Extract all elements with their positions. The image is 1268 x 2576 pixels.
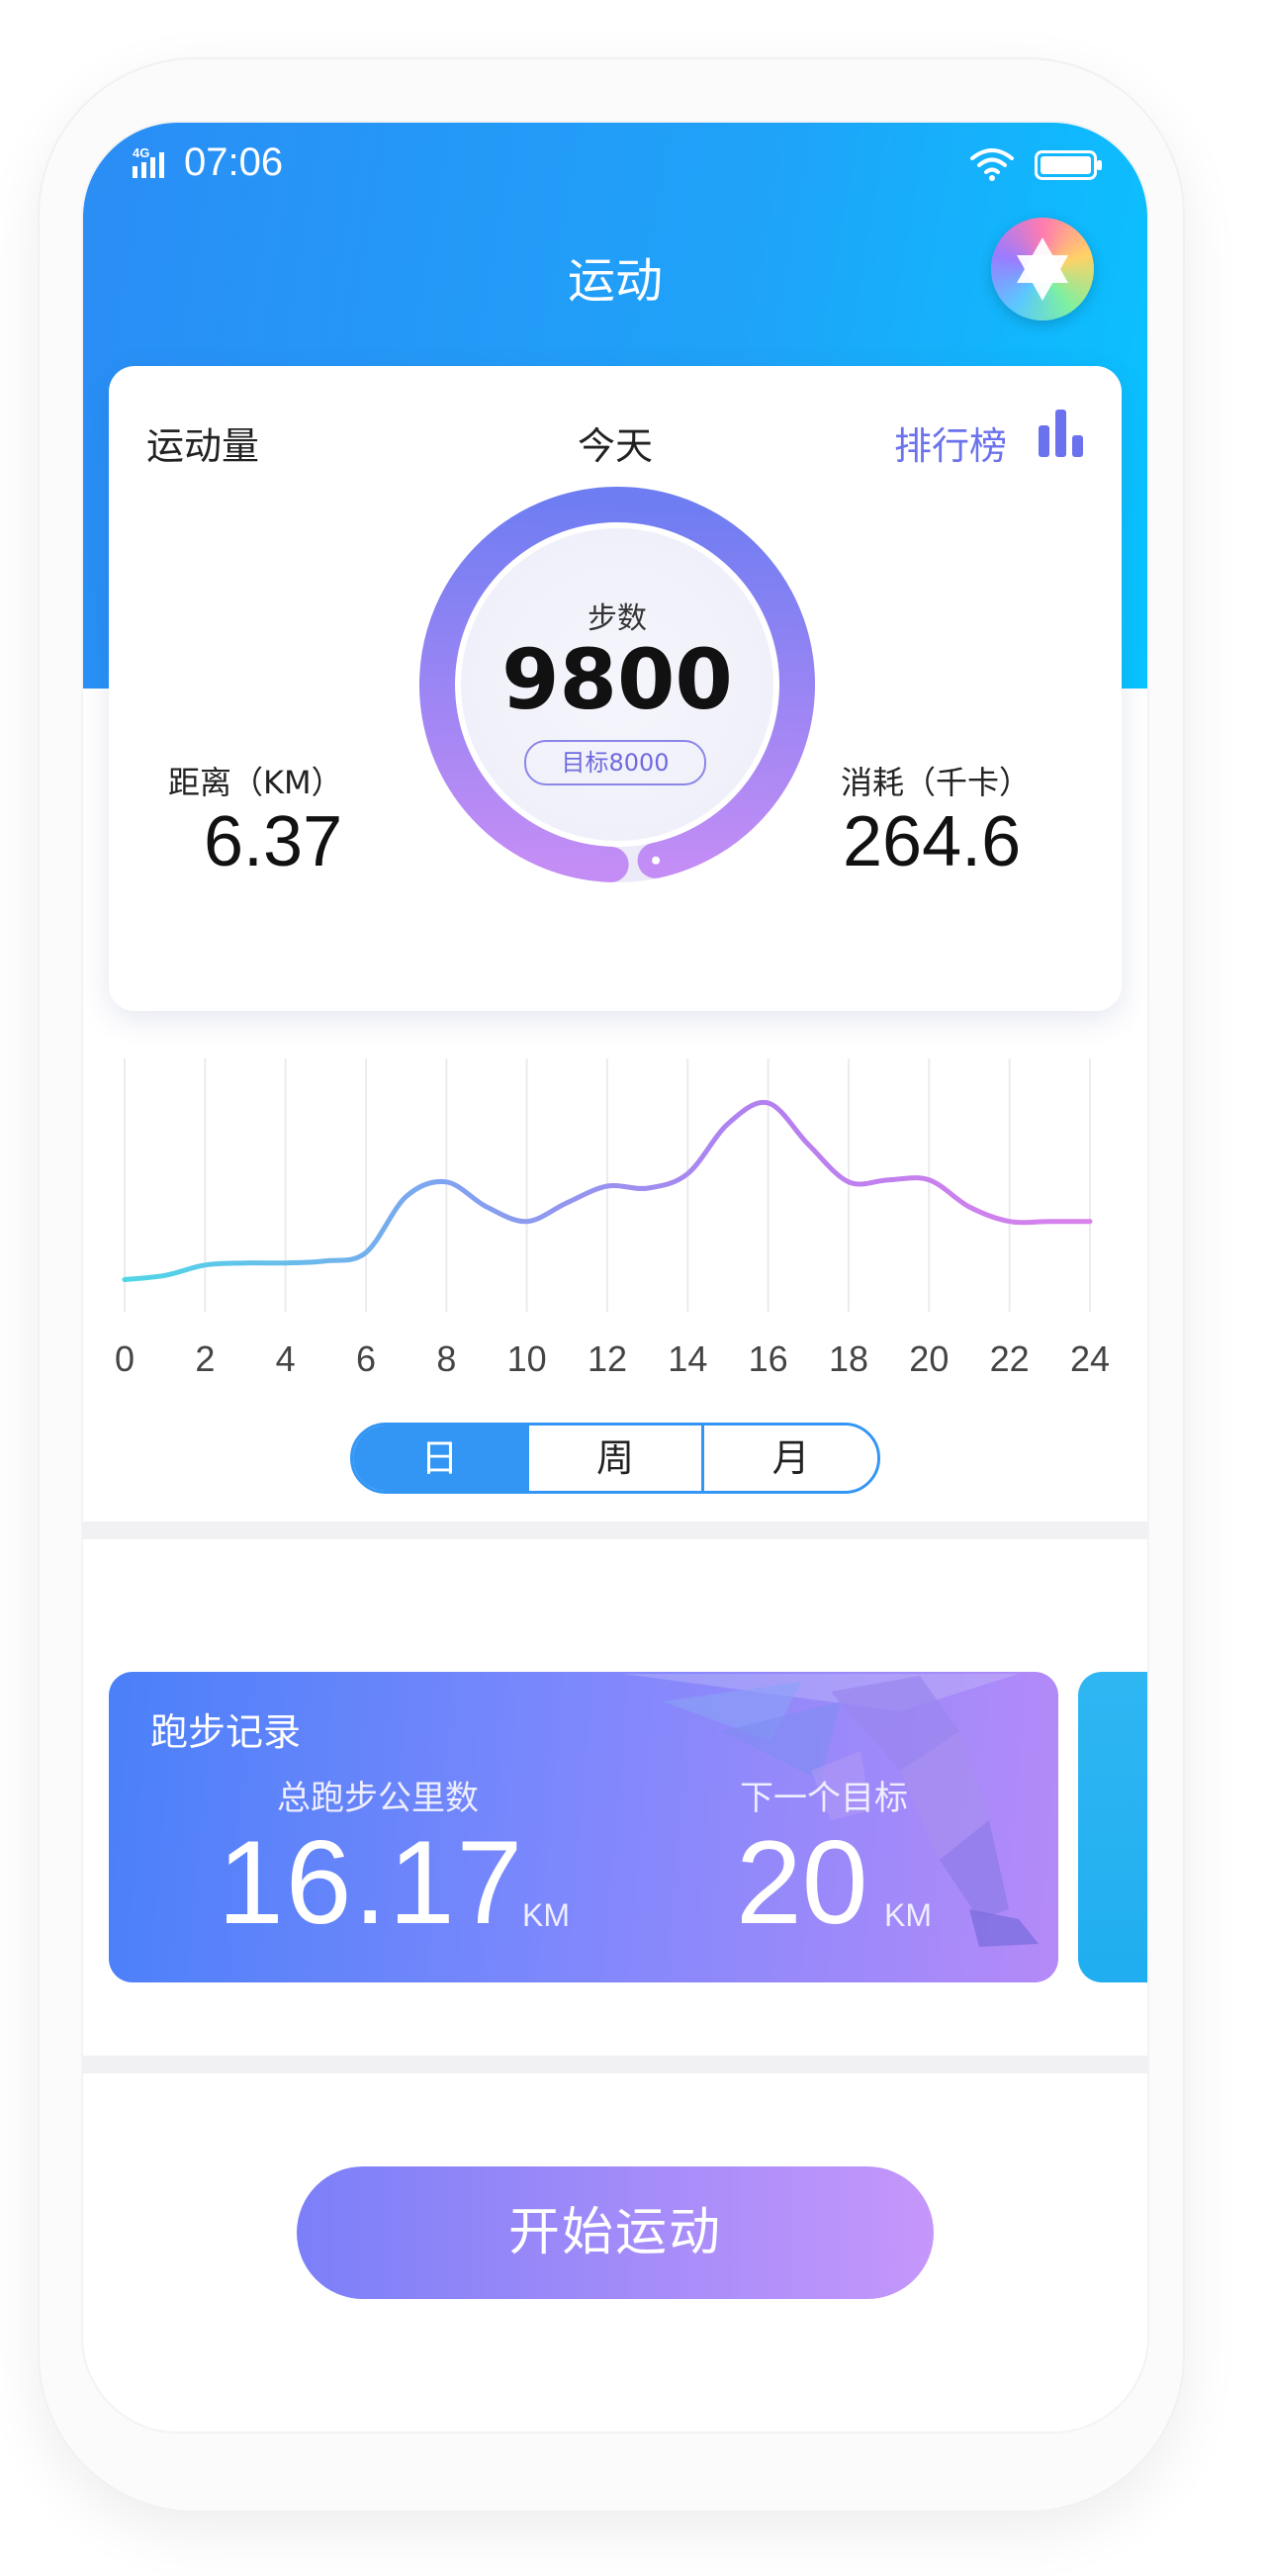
total-distance-unit: KM <box>522 1897 570 1933</box>
activity-stats-card: 运动量 今天 排行榜 步数 9800 目标8000 距离（KM） 6.37 消耗… <box>109 366 1122 1011</box>
total-distance-label: 总跑步公里数 <box>277 1779 479 1818</box>
steps-value: 9800 <box>501 631 733 728</box>
tab-month[interactable]: 月 <box>701 1426 877 1491</box>
star-icon <box>1017 237 1068 301</box>
chart-x-tick-label: 18 <box>829 1338 868 1379</box>
section-divider <box>83 2056 1147 2073</box>
chart-x-tick-label: 12 <box>588 1338 627 1379</box>
next-goal-unit: KM <box>884 1897 932 1933</box>
ranking-link[interactable]: 排行榜 <box>894 415 1007 470</box>
chart-x-tick-label: 6 <box>356 1338 376 1379</box>
network-type-label: 4G <box>133 145 149 160</box>
chart-x-tick-label: 16 <box>749 1338 788 1379</box>
battery-icon <box>1035 150 1102 180</box>
goal-badge[interactable]: 目标8000 <box>524 740 706 785</box>
chart-x-tick-label: 4 <box>276 1338 296 1379</box>
tab-week[interactable]: 周 <box>525 1426 702 1491</box>
signal-icon: 4G <box>133 145 164 178</box>
section-divider <box>83 1521 1147 1539</box>
chart-x-tick-label: 2 <box>195 1338 215 1379</box>
running-record-card[interactable]: 跑步记录 总跑步公里数 16.17 KM 下一个目标 20 KM <box>109 1672 1058 1982</box>
distance-label: 距离（KM） <box>168 764 343 801</box>
next-goal-label: 下一个目标 <box>740 1779 908 1818</box>
chart-x-tick-label: 0 <box>115 1338 135 1379</box>
wifi-icon <box>970 148 1014 181</box>
ranking-chart-icon[interactable] <box>1037 408 1086 459</box>
period-tabs: 日 周 月 <box>350 1423 880 1494</box>
chart-x-tick-label: 20 <box>909 1338 949 1379</box>
steps-line-chart: 0 2 4 6 8 10 12 14 16 18 20 22 24 <box>115 1058 1110 1379</box>
app-logo-icon[interactable] <box>991 218 1094 321</box>
total-distance-value: 16.17 <box>218 1816 525 1949</box>
chart-x-tick-label: 14 <box>668 1338 707 1379</box>
chart-x-tick-label: 10 <box>507 1338 547 1379</box>
chart-x-tick-label: 8 <box>436 1338 456 1379</box>
start-workout-button[interactable]: 开始运动 <box>297 2166 934 2299</box>
calories-value: 264.6 <box>843 802 1022 881</box>
page-title: 运动 <box>567 253 663 309</box>
next-goal-value: 20 <box>736 1816 868 1949</box>
chart-x-tick-label: 24 <box>1070 1338 1110 1379</box>
chart-x-tick-label: 22 <box>990 1338 1030 1379</box>
distance-value: 6.37 <box>204 802 343 881</box>
next-card-peek[interactable] <box>1078 1672 1147 1982</box>
running-record-title: 跑步记录 <box>150 1710 302 1754</box>
phone-screen: 4G 07:06 运动 运动量 今天 排行榜 步数 9800 目标8000 距离… <box>83 123 1147 2432</box>
tab-day[interactable]: 日 <box>353 1426 526 1491</box>
calories-label: 消耗（千卡） <box>841 764 1032 801</box>
status-time: 07:06 <box>184 140 284 184</box>
